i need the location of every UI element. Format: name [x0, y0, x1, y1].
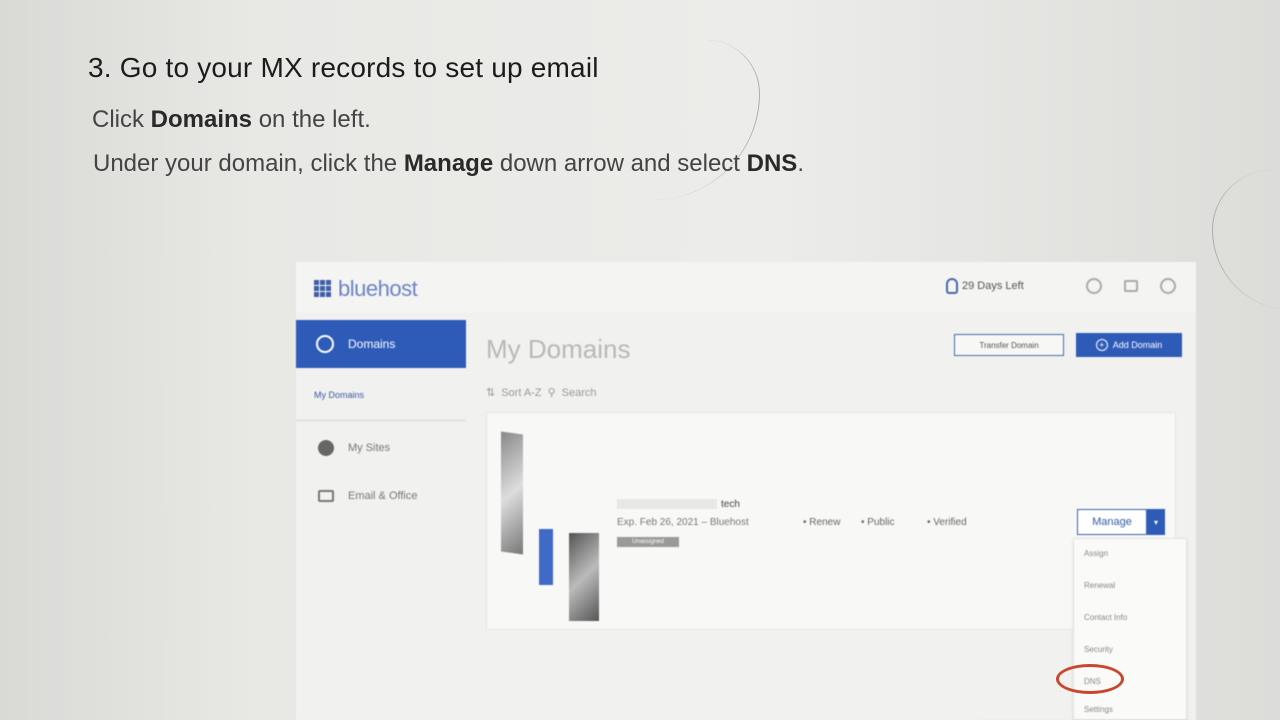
page-title: My Domains — [486, 334, 631, 364]
manage-button[interactable]: Manage — [1077, 509, 1147, 535]
instruction-bold-manage: Manage — [403, 150, 494, 177]
cart-icon[interactable] — [1124, 280, 1138, 292]
menu-item-assign[interactable]: Assign — [1084, 549, 1108, 558]
domain-suffix: tech — [721, 499, 740, 510]
instruction-text: Under your domain, click the — [93, 150, 404, 177]
menu-item-settings[interactable]: Settings — [1084, 705, 1113, 714]
status-badge: Unassigned — [617, 537, 679, 547]
verified-label: Verified — [933, 517, 967, 528]
wordpress-icon — [318, 440, 334, 456]
illustration-shape — [501, 431, 523, 555]
renew-link[interactable]: • Renew — [803, 517, 840, 528]
account-icon[interactable] — [1160, 278, 1176, 294]
bluehost-topbar: bluehost 29 Days Left — [296, 262, 1196, 312]
trial-text: 29 Days Left — [962, 280, 1024, 292]
domain-expiry: Exp. Feb 26, 2021 – Bluehost — [617, 517, 749, 528]
sort-button[interactable]: Sort A-Z — [501, 387, 541, 399]
privacy-status[interactable]: • Public — [861, 517, 895, 528]
instruction-bold-domains: Domains — [150, 106, 253, 133]
add-domain-button[interactable]: + Add Domain — [1076, 333, 1182, 357]
sidebar-item-label: Email & Office — [348, 490, 418, 502]
plus-icon: + — [1095, 339, 1108, 351]
help-icon[interactable] — [1086, 278, 1102, 294]
step-heading: 3. Go to your MX records to set up email — [88, 52, 599, 83]
trial-indicator[interactable]: 29 Days Left — [946, 278, 1024, 294]
instruction-text: . — [797, 150, 804, 177]
menu-item-renewal[interactable]: Renewal — [1084, 581, 1115, 590]
globe-icon — [316, 335, 334, 353]
verification-status: • Verified — [927, 517, 967, 528]
redacted-domain — [617, 499, 717, 510]
transfer-domain-button[interactable]: Transfer Domain — [954, 334, 1064, 356]
sidebar-item-email-office[interactable]: Email & Office — [318, 490, 418, 502]
grid-logo-icon — [314, 280, 332, 298]
domain-toolbar: ⇅ Sort A-Z ⚲ Search — [486, 386, 602, 400]
manage-dropdown[interactable]: Manage ▾ — [1077, 509, 1165, 535]
mail-icon — [318, 490, 334, 502]
search-button[interactable]: Search — [562, 387, 597, 399]
instruction-text: Click — [92, 106, 151, 133]
logo-text: bluehost — [338, 276, 418, 301]
sidebar-item-label: Domains — [348, 337, 396, 351]
privacy-label: Public — [867, 517, 895, 528]
search-icon[interactable]: ⚲ — [548, 386, 556, 399]
add-domain-label: Add Domain — [1112, 340, 1163, 350]
sort-icon[interactable]: ⇅ — [486, 386, 495, 399]
dns-highlight-circle — [1056, 664, 1124, 694]
menu-item-security[interactable]: Security — [1084, 645, 1113, 654]
menu-item-contact-info[interactable]: Contact Info — [1084, 613, 1127, 622]
instruction-bold-dns: DNS — [746, 150, 798, 177]
sidebar: Domains My Domains My Sites Email & Offi… — [296, 320, 466, 720]
sidebar-divider — [296, 420, 466, 421]
instruction-text: on the left. — [252, 106, 371, 133]
instruction-line-2: Under your domain, click the Manage down… — [93, 150, 988, 178]
sidebar-subitem-my-domains[interactable]: My Domains — [314, 390, 364, 400]
illustration-shape — [569, 533, 599, 621]
instruction-line-1: Click Domains on the left. — [92, 106, 988, 134]
domain-name[interactable]: tech — [617, 499, 740, 510]
lock-icon — [946, 278, 958, 294]
domain-illustration — [499, 431, 609, 623]
illustration-shape — [539, 529, 553, 585]
renew-label: Renew — [809, 517, 841, 528]
bluehost-logo[interactable]: bluehost — [314, 276, 418, 302]
bluehost-screenshot: bluehost 29 Days Left Domains My Domains… — [296, 262, 1196, 720]
instruction-document: 3. Go to your MX records to set up email… — [88, 52, 988, 178]
sidebar-item-my-sites[interactable]: My Sites — [318, 440, 390, 456]
sidebar-item-domains[interactable]: Domains — [296, 320, 466, 368]
sidebar-item-label: My Sites — [348, 442, 391, 454]
chevron-down-icon[interactable]: ▾ — [1147, 509, 1165, 535]
